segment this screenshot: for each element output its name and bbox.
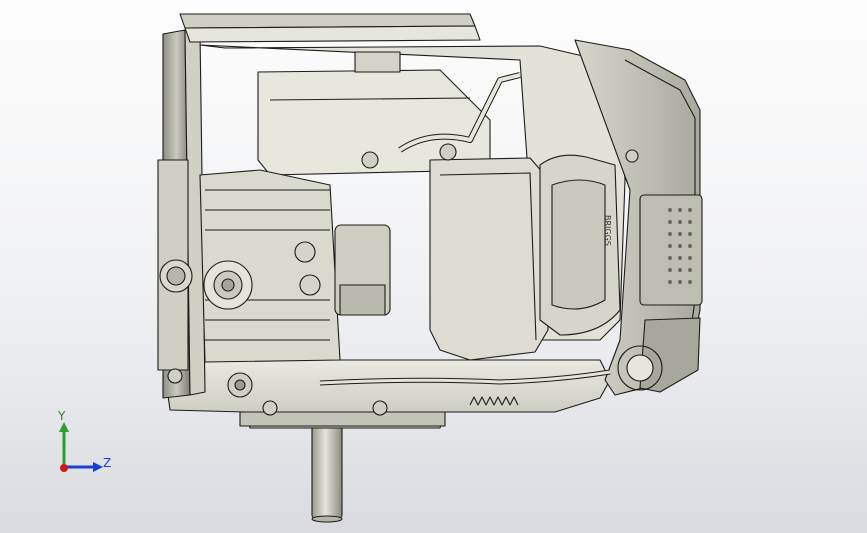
y-axis-label: Y bbox=[58, 409, 66, 423]
coordinate-triad[interactable]: Y Z bbox=[50, 410, 120, 480]
brand-mark: BRIGGS bbox=[603, 215, 612, 246]
engine-model[interactable]: BRIGGS bbox=[0, 0, 867, 533]
output-shaft bbox=[311, 424, 343, 520]
cad-graphics-viewport[interactable]: BRIGGS Y Z bbox=[0, 0, 867, 533]
z-axis-label: Z bbox=[103, 456, 112, 470]
